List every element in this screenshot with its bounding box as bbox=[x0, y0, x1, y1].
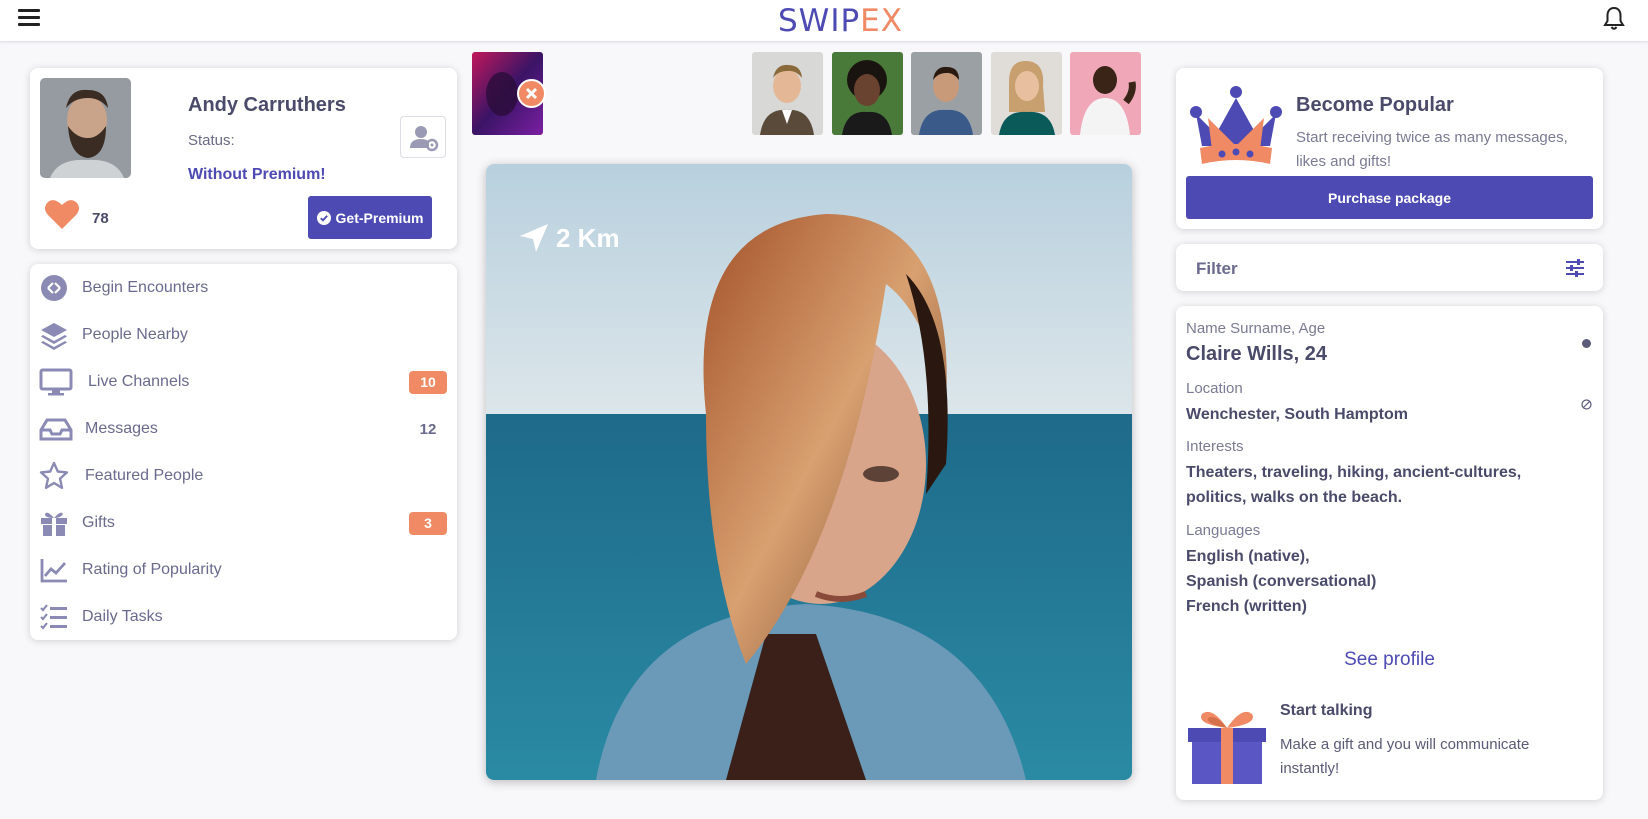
menu-label: Messages bbox=[85, 420, 158, 437]
status-label: Status: bbox=[188, 132, 235, 149]
interests-line-2: politics, walks on the beach. bbox=[1186, 489, 1403, 506]
navigation-menu: Begin Encounters People Nearby Live Chan… bbox=[30, 264, 457, 640]
main-profile-photo[interactable]: 2 Km bbox=[486, 164, 1132, 780]
ban-icon[interactable] bbox=[1581, 399, 1592, 410]
crown-icon bbox=[1190, 86, 1282, 164]
dismiss-button[interactable] bbox=[517, 79, 546, 108]
language-1: English (native), bbox=[1186, 548, 1310, 565]
menu-item-begin-encounters[interactable]: Begin Encounters bbox=[30, 268, 457, 308]
distance-value: 2 Km bbox=[556, 222, 620, 253]
start-talking-text: Make a gift and you will communicate ins… bbox=[1280, 736, 1530, 777]
see-profile-link[interactable]: See profile bbox=[1176, 649, 1603, 671]
logo-part-ex: EX bbox=[860, 3, 903, 39]
interests-label: Interests bbox=[1186, 438, 1244, 455]
language-3: French (written) bbox=[1186, 598, 1307, 615]
popular-text: Start receiving twice as many messages, … bbox=[1296, 129, 1568, 170]
location-label: Location bbox=[1186, 380, 1243, 397]
monitor-icon bbox=[39, 368, 73, 396]
interests-line-1: Theaters, traveling, hiking, ancient-cul… bbox=[1186, 464, 1522, 481]
menu-item-daily-tasks[interactable]: Daily Tasks bbox=[30, 597, 457, 637]
top-bar: SWIPEX bbox=[0, 0, 1648, 42]
menu-item-messages[interactable]: Messages 12 bbox=[30, 409, 457, 449]
get-premium-label: Get-Premium bbox=[335, 209, 424, 226]
close-icon bbox=[525, 87, 538, 100]
user-gear-icon bbox=[410, 126, 439, 152]
messages-count: 12 bbox=[419, 420, 437, 438]
menu-item-people-nearby[interactable]: People Nearby bbox=[30, 315, 457, 355]
inbox-icon bbox=[39, 418, 73, 441]
menu-label: Begin Encounters bbox=[82, 279, 209, 296]
purchase-package-button[interactable]: Purchase package bbox=[1186, 176, 1593, 219]
distance-indicator: 2 Km bbox=[518, 222, 620, 254]
become-popular-card: Become Popular Start receiving twice as … bbox=[1176, 68, 1603, 229]
heart-icon[interactable] bbox=[44, 198, 80, 230]
gift-icon bbox=[41, 512, 67, 536]
languages-label: Languages bbox=[1186, 522, 1261, 539]
location-value: Wenchester, South Hamptom bbox=[1186, 406, 1408, 423]
live-channels-badge: 10 bbox=[409, 370, 447, 394]
profile-name: Andy Carruthers bbox=[188, 94, 346, 116]
bell-icon[interactable] bbox=[1602, 6, 1626, 32]
check-circle-icon bbox=[316, 210, 331, 225]
menu-label: Gifts bbox=[82, 514, 115, 531]
online-status-dot bbox=[1582, 339, 1591, 348]
layers-icon bbox=[41, 323, 67, 350]
language-2: Spanish (conversational) bbox=[1186, 573, 1377, 590]
sliders-icon[interactable] bbox=[1565, 258, 1585, 278]
menu-label: Live Channels bbox=[88, 373, 190, 390]
gifts-badge: 3 bbox=[409, 511, 447, 535]
menu-label: Featured People bbox=[85, 467, 204, 484]
filter-bar[interactable]: Filter bbox=[1176, 244, 1603, 291]
menu-item-featured-people[interactable]: Featured People bbox=[30, 456, 457, 496]
encounters-icon bbox=[41, 275, 67, 301]
filter-label: Filter bbox=[1196, 259, 1238, 278]
logo-part-swip: SWIP bbox=[778, 3, 861, 39]
avatar[interactable] bbox=[40, 78, 131, 178]
menu-label: Daily Tasks bbox=[82, 608, 163, 625]
status-value: Without Premium! bbox=[188, 166, 326, 183]
name-value: Claire Wills, 24 bbox=[1186, 343, 1327, 365]
thumbnail-person[interactable] bbox=[911, 52, 982, 135]
get-premium-button[interactable]: Get-Premium bbox=[308, 196, 432, 239]
popular-title: Become Popular bbox=[1296, 94, 1454, 116]
thumbnail-person[interactable] bbox=[752, 52, 823, 135]
menu-item-live-channels[interactable]: Live Channels 10 bbox=[30, 362, 457, 402]
hamburger-menu-icon[interactable] bbox=[18, 9, 40, 29]
thumbnail-person[interactable] bbox=[832, 52, 903, 135]
menu-item-rating-of-popularity[interactable]: Rating of Popularity bbox=[30, 550, 457, 590]
profile-card: Andy Carruthers Status: Without Premium!… bbox=[30, 68, 457, 249]
user-settings-button[interactable] bbox=[400, 116, 446, 158]
menu-item-gifts[interactable]: Gifts 3 bbox=[30, 503, 457, 543]
star-icon bbox=[39, 461, 69, 489]
logo[interactable]: SWIPEX bbox=[778, 3, 903, 39]
menu-label: People Nearby bbox=[82, 326, 188, 343]
thumbnail-person[interactable] bbox=[991, 52, 1062, 135]
menu-label: Rating of Popularity bbox=[82, 561, 222, 578]
start-talking-title: Start talking bbox=[1280, 702, 1373, 719]
gift-icon bbox=[1188, 711, 1266, 784]
thumbnail-person[interactable] bbox=[1070, 52, 1141, 135]
profile-details-card: Name Surname, Age Claire Wills, 24 Locat… bbox=[1176, 306, 1603, 800]
location-arrow-icon bbox=[520, 224, 548, 252]
name-label: Name Surname, Age bbox=[1186, 320, 1326, 337]
tasks-icon bbox=[40, 604, 67, 630]
chart-line-icon bbox=[40, 559, 67, 583]
likes-count: 78 bbox=[92, 210, 109, 227]
